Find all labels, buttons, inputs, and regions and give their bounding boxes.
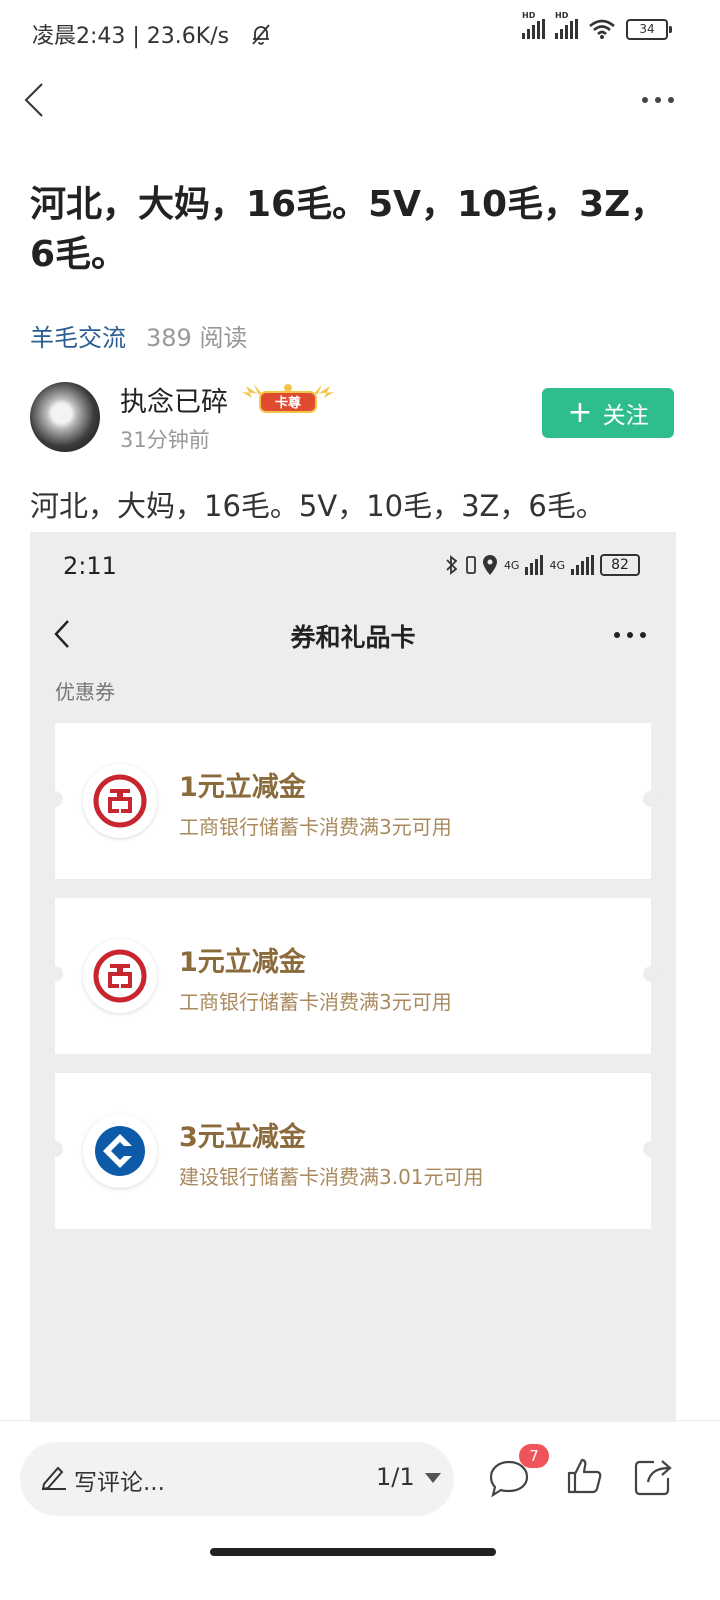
icbc-logo-icon [83,939,157,1013]
embedded-status-icons: 4G 4G 82 [444,554,640,576]
post-meta: 羊毛交流 389 阅读 [30,318,247,353]
bottom-divider [0,1420,720,1421]
coupon-desc: 工商银行储蓄卡消费满3元可用 [179,990,452,1014]
post-image[interactable]: 2:11 4G 4G 82 券和礼品卡 优惠券 1元立减金 工商银行储蓄卡消费满… [30,532,676,1422]
coupon-title: 1元立减金 [179,772,306,803]
coupon-card: 1元立减金 工商银行储蓄卡消费满3元可用 [47,898,659,1054]
network-4g-label-2: 4G [549,558,565,572]
coupon-desc: 建设银行储蓄卡消费满3.01元可用 [179,1165,484,1189]
home-indicator[interactable] [210,1548,496,1556]
thumbs-up-icon[interactable] [566,1456,602,1496]
read-count: 389 阅读 [146,324,248,352]
location-icon [482,555,497,575]
post-time: 31分钟前 [120,428,210,452]
topic-tag[interactable]: 羊毛交流 [30,318,126,353]
embedded-signal-icon [525,555,544,575]
follow-button[interactable]: + 关注 [542,388,674,438]
post-body: 河北，大妈，16毛。5V，10毛，3Z，6毛。 [30,489,605,523]
embedded-more-icon [614,632,646,638]
signal-icon: HD [522,11,545,39]
coupon-title: 3元立减金 [179,1122,306,1153]
comment-count-badge: 7 [519,1444,549,1468]
post-title: 河北，大妈，16毛。5V，10毛，3Z，6毛。 [30,184,667,275]
avatar[interactable] [30,382,100,452]
share-icon[interactable] [632,1456,674,1498]
more-options-icon[interactable] [640,90,676,110]
vibrate-icon [466,556,476,574]
status-time: 凌晨2:43 | 23.6K/s [32,24,230,49]
embedded-status-time: 2:11 [63,552,117,580]
bluetooth-icon [446,555,458,575]
pen-icon [41,1466,66,1490]
back-arrow-icon[interactable] [22,82,58,118]
coupon-title: 1元立减金 [179,947,306,978]
coupon-section-label: 优惠券 [55,680,115,704]
author-name[interactable]: 执念已碎 [120,380,228,419]
signal-icon-2: HD [555,11,578,39]
page-indicator[interactable]: 1/1 [376,1463,415,1491]
embedded-signal-icon-2 [571,555,594,575]
follow-label: 关注 [602,403,649,429]
caret-down-icon[interactable] [424,1472,442,1484]
coupon-desc: 工商银行储蓄卡消费满3元可用 [179,815,452,839]
comment-placeholder: 写评论... [74,1470,165,1496]
vip-badge-icon: 卡尊 [242,384,334,413]
status-icons: HD HD 34 [522,11,672,40]
embedded-battery-icon: 82 [600,554,640,576]
embedded-page-title: 券和礼品卡 [290,623,416,652]
icbc-logo-icon [83,764,157,838]
coupon-card: 3元立减金 建设银行储蓄卡消费满3.01元可用 [47,1073,659,1229]
svg-text:卡尊: 卡尊 [275,395,301,411]
plus-icon: + [567,395,593,430]
coupon-card: 1元立减金 工商银行储蓄卡消费满3元可用 [47,723,659,879]
mute-bell-icon [252,24,270,45]
battery-icon: 34 [626,18,672,40]
network-4g-label: 4G [503,558,520,572]
ccb-logo-icon [83,1114,157,1188]
wifi-icon [589,19,615,39]
